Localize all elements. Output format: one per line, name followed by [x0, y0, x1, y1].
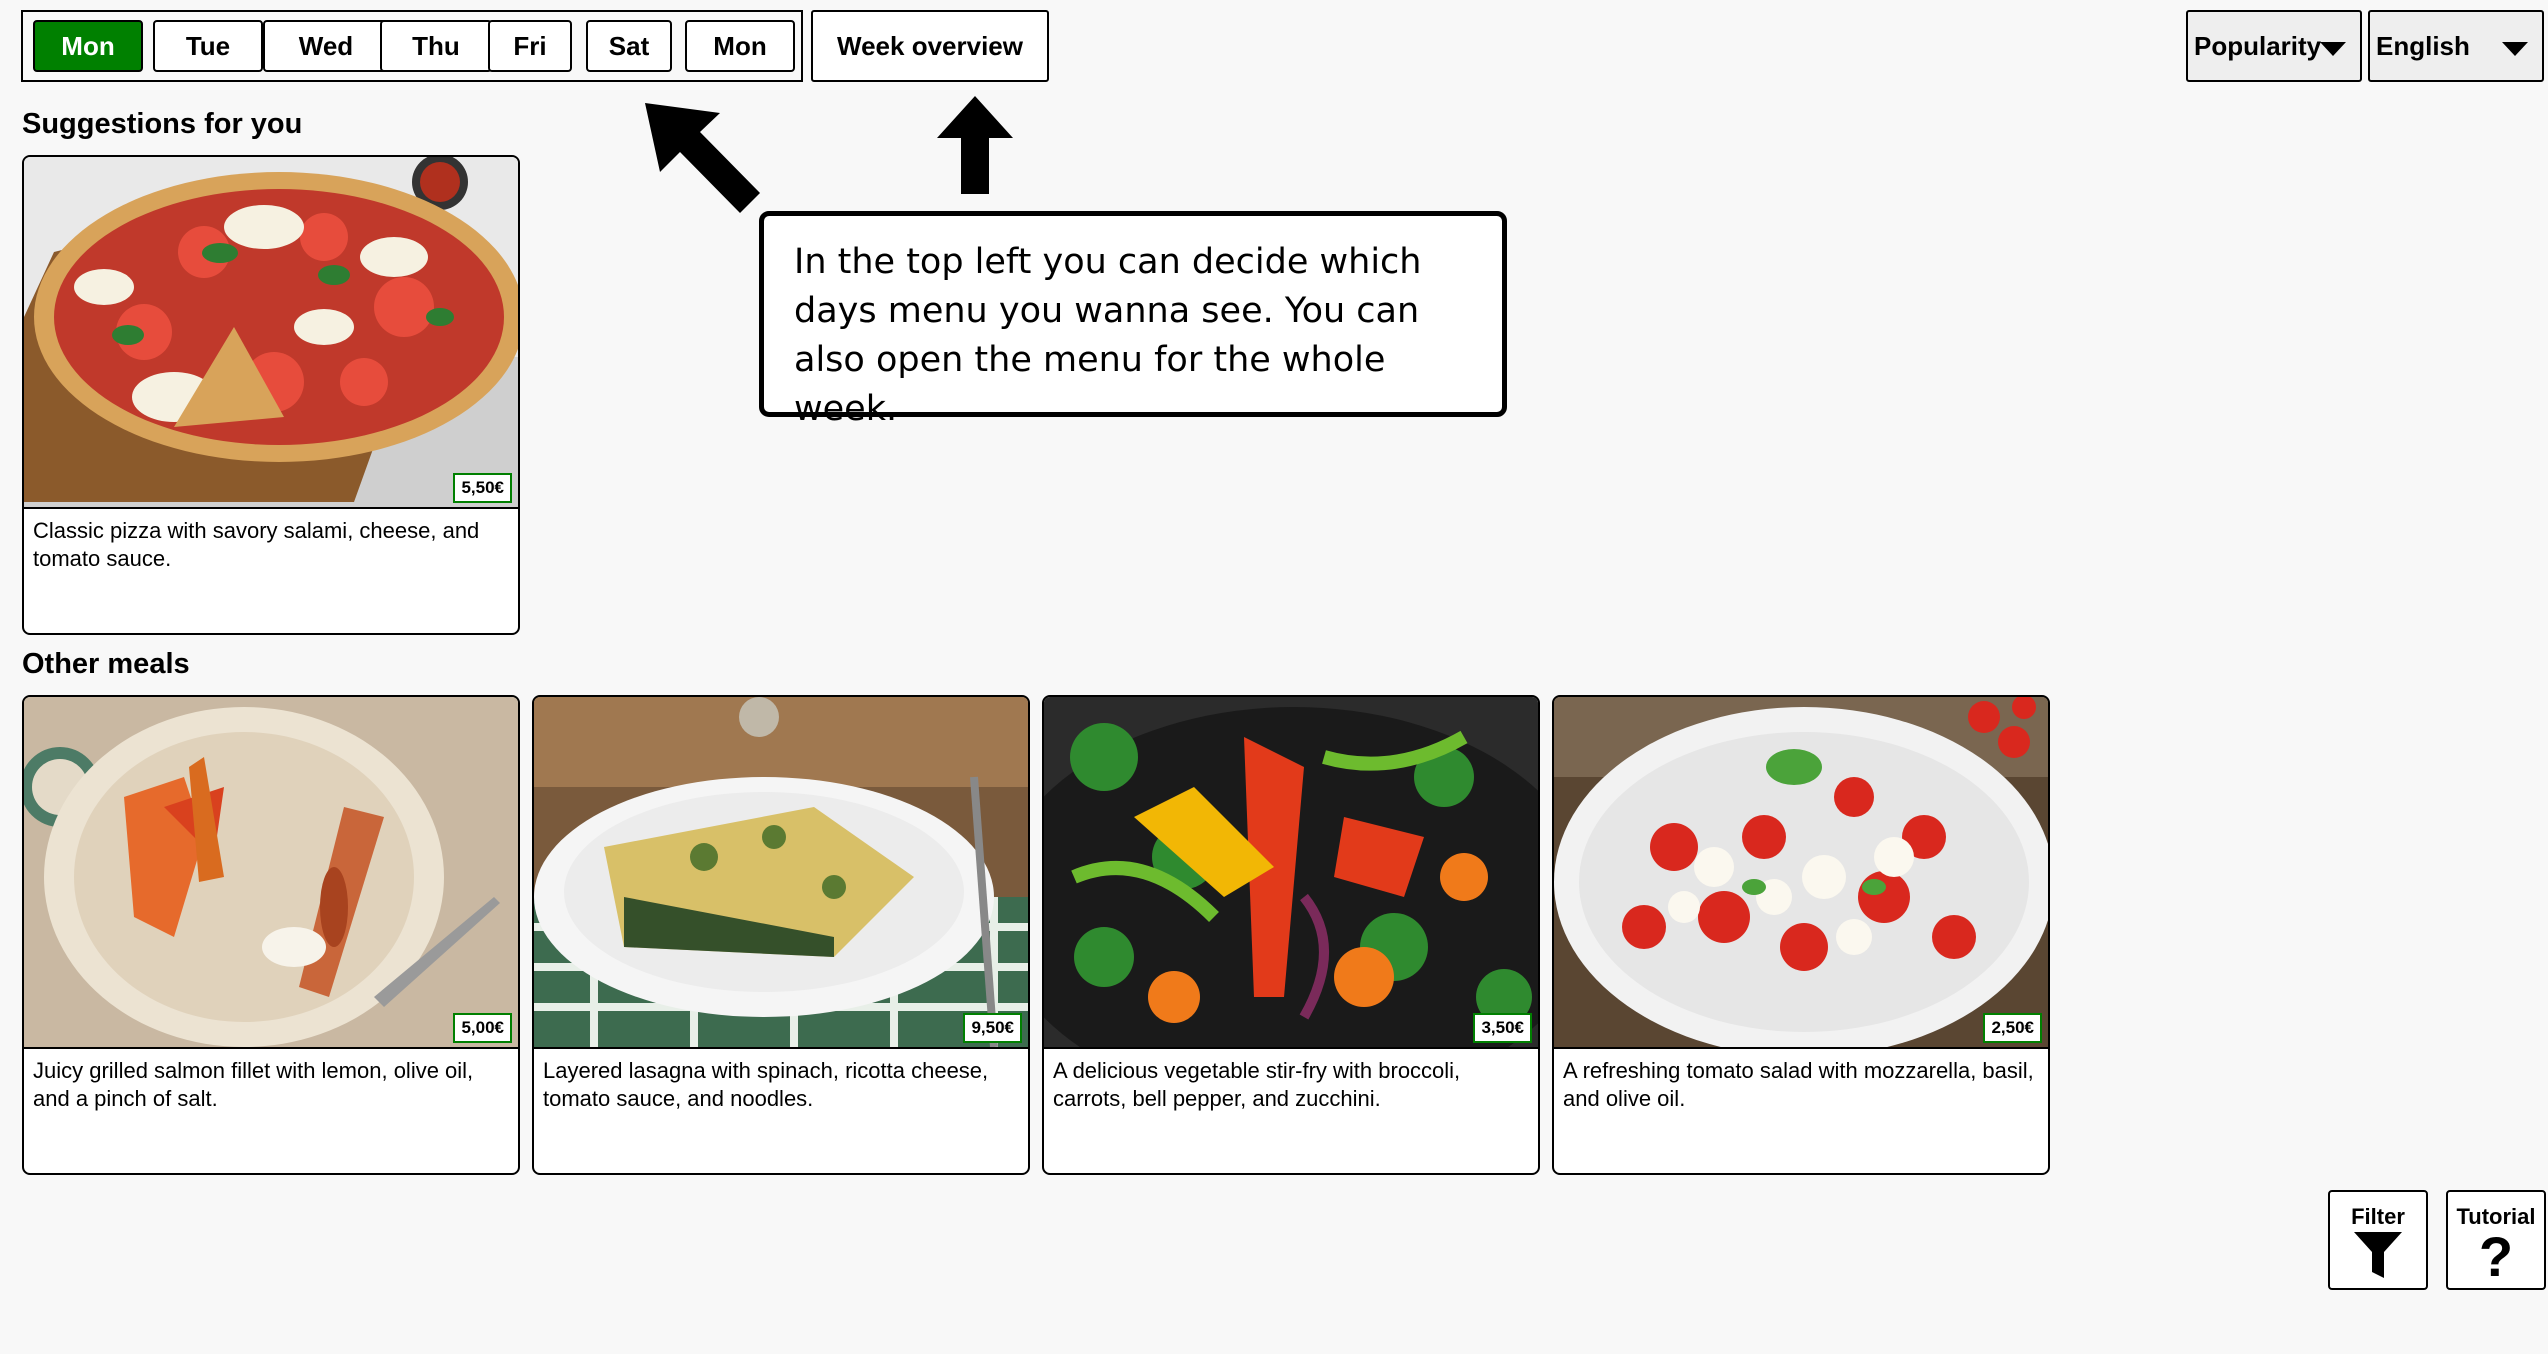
meal-card-pizza[interactable]: 5,50€ Classic pizza with savory salami, …	[22, 155, 520, 635]
price-badge: 3,50€	[1473, 1013, 1532, 1043]
tutorial-button[interactable]: Tutorial ?	[2446, 1190, 2546, 1290]
question-mark-icon: ?	[2478, 1225, 2514, 1288]
chevron-down-icon	[2502, 42, 2528, 56]
day-tab-thu[interactable]: Thu	[380, 20, 492, 72]
price-badge: 9,50€	[963, 1013, 1022, 1043]
day-tab-mon[interactable]: Mon	[33, 20, 143, 72]
language-select-value: English	[2376, 30, 2470, 61]
suggestions-heading: Suggestions for you	[22, 108, 303, 140]
meal-image	[24, 697, 518, 1047]
divider	[1044, 1047, 1538, 1049]
meal-description: Juicy grilled salmon fillet with lemon, …	[33, 1058, 474, 1111]
day-tab-next-mon[interactable]: Mon	[685, 20, 795, 72]
divider	[24, 1047, 518, 1049]
meal-image	[24, 157, 518, 507]
filter-icon	[2354, 1232, 2402, 1278]
meal-image	[1554, 697, 2048, 1047]
meal-card-lasagna[interactable]: 9,50€ Layered lasagna with spinach, rico…	[532, 695, 1030, 1175]
day-tab-tue[interactable]: Tue	[153, 20, 263, 72]
day-tab-fri[interactable]: Fri	[488, 20, 572, 72]
day-selector: Mon Tue Wed Thu Fri Sat Mon	[21, 10, 803, 82]
day-tab-sat[interactable]: Sat	[586, 20, 672, 72]
meal-description: Layered lasagna with spinach, ricotta ch…	[543, 1058, 989, 1111]
meal-description: Classic pizza with savory salami, cheese…	[33, 518, 480, 571]
arrow-up-icon	[937, 96, 1013, 194]
divider	[534, 1047, 1028, 1049]
language-select[interactable]: English	[2368, 10, 2544, 82]
week-overview-button[interactable]: Week overview	[811, 10, 1049, 82]
divider	[1554, 1047, 2048, 1049]
filter-button[interactable]: Filter	[2328, 1190, 2428, 1290]
meal-description: A refreshing tomato salad with mozzarell…	[1563, 1058, 2034, 1111]
chevron-down-icon	[2320, 42, 2346, 56]
meal-card-stirfry[interactable]: 3,50€ A delicious vegetable stir-fry wit…	[1042, 695, 1540, 1175]
price-badge: 2,50€	[1983, 1013, 2042, 1043]
divider	[24, 507, 518, 509]
tutorial-tooltip: In the top left you can decide which day…	[759, 211, 1507, 429]
other-meals-heading: Other meals	[22, 648, 190, 680]
meal-image	[534, 697, 1028, 1047]
meal-card-salmon[interactable]: 5,00€ Juicy grilled salmon fillet with l…	[22, 695, 520, 1175]
price-badge: 5,00€	[453, 1013, 512, 1043]
sort-select-value: Popularity	[2194, 30, 2322, 61]
price-badge: 5,50€	[453, 473, 512, 503]
arrow-up-left-icon	[645, 103, 760, 213]
filter-button-label: Filter	[2351, 1204, 2405, 1229]
meal-description: A delicious vegetable stir-fry with broc…	[1053, 1058, 1461, 1111]
meal-card-salad[interactable]: 2,50€ A refreshing tomato salad with moz…	[1552, 695, 2050, 1175]
sort-select[interactable]: Popularity	[2186, 10, 2362, 82]
day-tab-wed[interactable]: Wed	[263, 20, 389, 72]
meal-image	[1044, 697, 1538, 1047]
